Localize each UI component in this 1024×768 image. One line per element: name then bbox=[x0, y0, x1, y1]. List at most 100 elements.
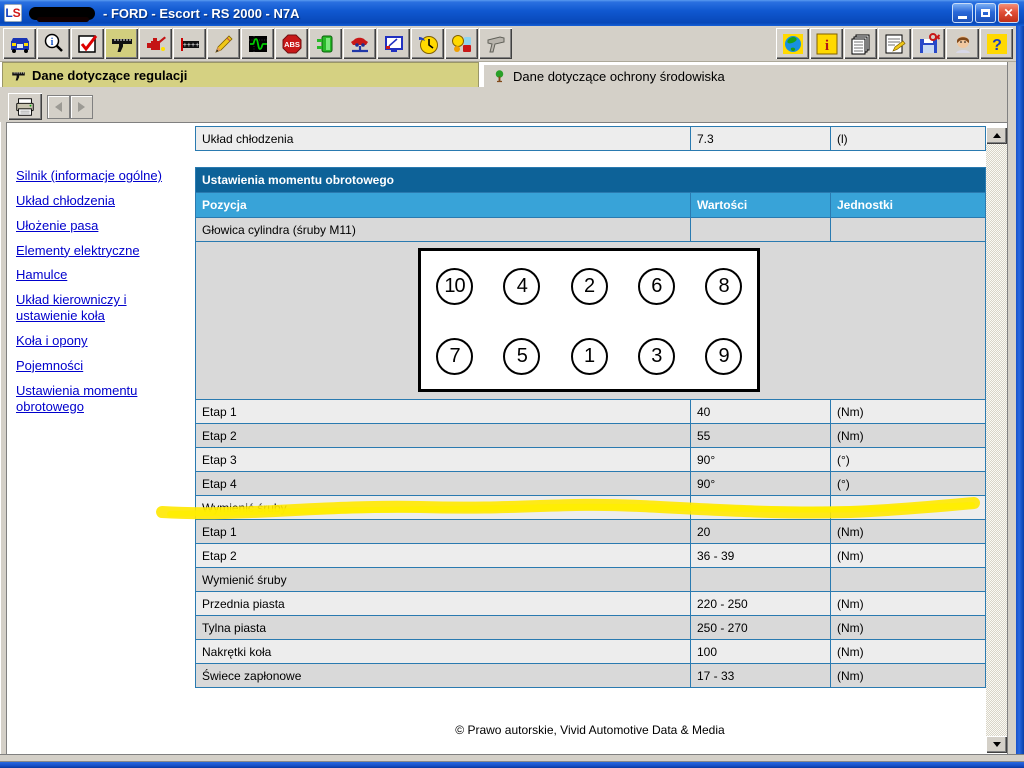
row-value: 17 - 33 bbox=[691, 664, 831, 688]
documents-button[interactable] bbox=[844, 28, 877, 59]
pencil-button[interactable] bbox=[207, 28, 240, 59]
title-bar: LS - FORD - Escort - RS 2000 - N7A ✕ bbox=[0, 0, 1024, 26]
checklist-button[interactable] bbox=[71, 28, 104, 59]
tab-label: Dane dotyczące ochrony środowiska bbox=[513, 69, 725, 84]
tab-dane-ochrony-srodowiska[interactable]: Dane dotyczące ochrony środowiska bbox=[483, 64, 1014, 87]
row-unit bbox=[831, 496, 986, 520]
monitor-button[interactable] bbox=[377, 28, 410, 59]
row-value bbox=[691, 496, 831, 520]
forward-button[interactable] bbox=[70, 95, 93, 119]
close-button[interactable]: ✕ bbox=[998, 3, 1019, 23]
sidebar-item-pojemnosci[interactable]: Pojemności bbox=[16, 358, 188, 374]
row-label: Etap 2 bbox=[196, 424, 691, 448]
pencil-icon bbox=[212, 32, 236, 56]
row-label: Głowica cylindra (śruby M11) bbox=[196, 218, 691, 242]
sidebar-item-uklad-chlodzenia[interactable]: Układ chłodzenia bbox=[16, 193, 188, 209]
row-label: Tylna piasta bbox=[196, 616, 691, 640]
search-info-icon: i bbox=[42, 32, 66, 56]
row-unit: (Nm) bbox=[831, 640, 986, 664]
car-lift-button[interactable] bbox=[343, 28, 376, 59]
car-icon bbox=[8, 32, 32, 56]
forward-arrow-icon bbox=[78, 102, 85, 112]
feeler-gauge-button[interactable]: ++++ bbox=[173, 28, 206, 59]
car-button[interactable] bbox=[3, 28, 36, 59]
row-unit: (Nm) bbox=[831, 592, 986, 616]
table-row: Przednia piasta 220 - 250 (Nm) bbox=[196, 592, 986, 616]
row-value: 250 - 270 bbox=[691, 616, 831, 640]
timing-clock-button[interactable] bbox=[411, 28, 444, 59]
help-icon: ? bbox=[985, 32, 1009, 56]
maximize-button[interactable] bbox=[975, 3, 996, 23]
row-unit: (Nm) bbox=[831, 664, 986, 688]
row-label: Etap 1 bbox=[196, 520, 691, 544]
caliper-icon bbox=[110, 32, 134, 56]
save-key-button[interactable] bbox=[912, 28, 945, 59]
window-border-bottom-inner bbox=[0, 754, 1024, 762]
air-con-icon bbox=[450, 32, 474, 56]
nav-toolbar bbox=[0, 87, 1016, 122]
caliper-button[interactable] bbox=[105, 28, 138, 59]
sidebar-item-uklad-kierowniczy[interactable]: Układ kierowniczy i ustawienie koła bbox=[16, 292, 188, 324]
table-row: Głowica cylindra (śruby M11) bbox=[196, 218, 986, 242]
connector-button[interactable] bbox=[309, 28, 342, 59]
sidebar-item-ustawienia-momentu[interactable]: Ustawienia momentu obrotowego bbox=[16, 383, 188, 415]
table-row: Etap 4 90° (°) bbox=[196, 472, 986, 496]
cooling-capacity-table: Układ chłodzenia 7.3 (l) bbox=[195, 126, 986, 151]
report-edit-button[interactable] bbox=[878, 28, 911, 59]
sidebar-item-hamulce[interactable]: Hamulce bbox=[16, 267, 188, 283]
vertical-scrollbar[interactable] bbox=[986, 127, 1007, 753]
user-button[interactable] bbox=[946, 28, 979, 59]
air-con-button[interactable] bbox=[445, 28, 478, 59]
table-row: Układ chłodzenia 7.3 (l) bbox=[196, 127, 986, 151]
row-unit: (Nm) bbox=[831, 616, 986, 640]
help-button[interactable]: ? bbox=[980, 28, 1013, 59]
bolt-position: 6 bbox=[638, 268, 675, 305]
info-button[interactable]: i bbox=[810, 28, 843, 59]
feeler-gauge-icon: ++++ bbox=[178, 32, 202, 56]
tab-dane-regulacji[interactable]: Dane dotyczące regulacji bbox=[2, 62, 479, 87]
row-label: Nakrętki koła bbox=[196, 640, 691, 664]
table-row: Etap 1 40 (Nm) bbox=[196, 400, 986, 424]
row-unit: (Nm) bbox=[831, 544, 986, 568]
globe-button[interactable] bbox=[776, 28, 809, 59]
back-arrow-icon bbox=[55, 102, 62, 112]
window-border-left bbox=[0, 122, 7, 754]
sidebar-item-elementy-elektryczne[interactable]: Elementy elektryczne bbox=[16, 243, 188, 259]
scroll-up-button[interactable] bbox=[986, 127, 1007, 144]
sidebar-item-ulozenie-pasa[interactable]: Ułożenie pasa bbox=[16, 218, 188, 234]
search-info-button[interactable]: i bbox=[37, 28, 70, 59]
row-label: Wymienić śruby bbox=[196, 568, 691, 592]
oil-can-button[interactable] bbox=[139, 28, 172, 59]
bolt-position: 8 bbox=[705, 268, 742, 305]
print-button[interactable] bbox=[8, 93, 42, 120]
row-unit bbox=[831, 568, 986, 592]
torque-settings-table: Ustawienia momentu obrotowego Pozycja Wa… bbox=[195, 167, 986, 688]
scroll-down-button[interactable] bbox=[986, 736, 1007, 753]
oscilloscope-button[interactable] bbox=[241, 28, 274, 59]
row-value: 220 - 250 bbox=[691, 592, 831, 616]
minimize-icon bbox=[958, 16, 967, 19]
bolt-position: 1 bbox=[571, 338, 608, 375]
row-value: 7.3 bbox=[691, 127, 831, 151]
table-row: Etap 2 36 - 39 (Nm) bbox=[196, 544, 986, 568]
timing-clock-icon bbox=[416, 32, 440, 56]
copyright-footer: © Prawo autorskie, Vivid Automotive Data… bbox=[195, 723, 985, 737]
column-header-jednostki: Jednostki bbox=[831, 193, 986, 218]
row-value: 20 bbox=[691, 520, 831, 544]
minimize-button[interactable] bbox=[952, 3, 973, 23]
bolt-position: 7 bbox=[436, 338, 473, 375]
spray-gun-button[interactable] bbox=[479, 28, 512, 59]
table-row: Wymienić śruby bbox=[196, 568, 986, 592]
sidebar-item-kola-i-opony[interactable]: Koła i opony bbox=[16, 333, 188, 349]
sidebar-item-silnik[interactable]: Silnik (informacje ogólne) bbox=[16, 168, 188, 184]
bolt-position: 2 bbox=[571, 268, 608, 305]
info-icon: i bbox=[815, 32, 839, 56]
row-unit bbox=[831, 218, 986, 242]
back-button[interactable] bbox=[47, 95, 70, 119]
table-row: Etap 1 20 (Nm) bbox=[196, 520, 986, 544]
tree-tab-icon bbox=[492, 69, 507, 84]
scroll-down-icon bbox=[993, 742, 1001, 747]
abs-button[interactable]: ABS bbox=[275, 28, 308, 59]
save-key-icon bbox=[917, 32, 941, 56]
checklist-icon bbox=[76, 32, 100, 56]
